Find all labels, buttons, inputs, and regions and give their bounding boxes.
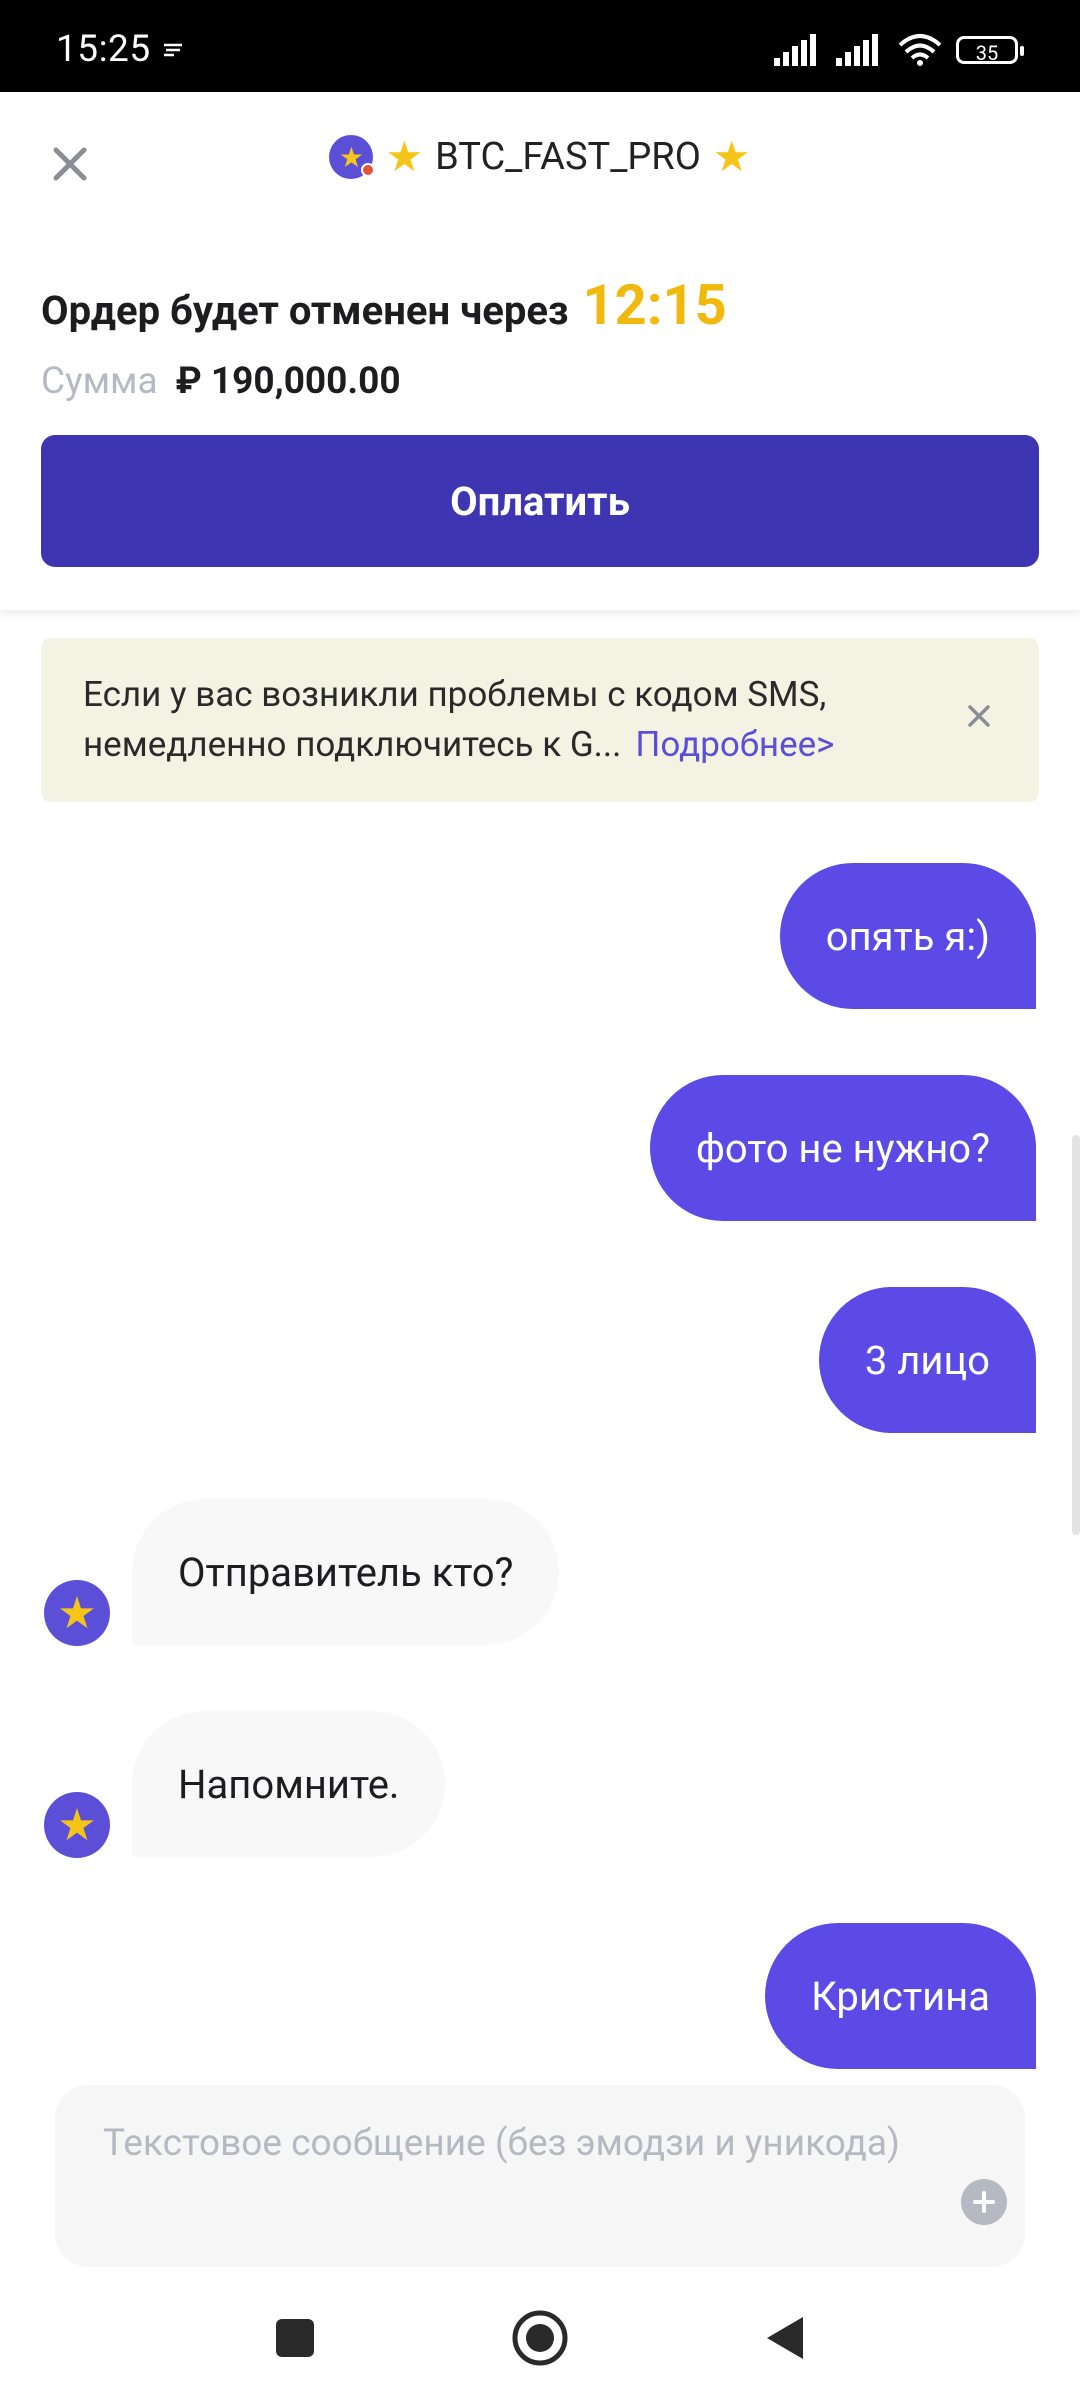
recents-icon (276, 2319, 314, 2357)
status-icons: 35 (774, 30, 1024, 70)
merchant-avatar[interactable]: ★ (44, 1792, 110, 1858)
home-icon (512, 2310, 568, 2366)
close-icon (968, 705, 990, 727)
message-outgoing: фото не нужно? (649, 1075, 1036, 1221)
battery-icon: 35 (956, 36, 1024, 65)
system-nav-bar (0, 2270, 1080, 2400)
status-bar: 15:25 35 (0, 0, 1080, 92)
message-composer (55, 2085, 1025, 2267)
message-input[interactable] (101, 2115, 925, 2249)
message-incoming: Напомните. (132, 1711, 446, 1857)
online-dot (361, 163, 376, 177)
wifi-icon (898, 34, 942, 66)
plus-icon (973, 2191, 995, 2213)
back-icon (767, 2317, 803, 2359)
cast-icon (164, 43, 182, 57)
star-icon: ★ (57, 1587, 97, 1639)
back-button[interactable] (755, 2308, 815, 2368)
message-incoming: Отправитель кто? (132, 1499, 560, 1645)
order-cancel-text: Ордер будет отменен через (41, 287, 569, 334)
merchant-avatar[interactable]: ★ (44, 1580, 110, 1646)
notice-more-link[interactable]: Подробнее> (635, 724, 834, 765)
notice-close-button[interactable] (959, 696, 999, 736)
signal-icon (774, 34, 816, 66)
status-time: 15:25 (56, 28, 151, 71)
sms-notice-banner: Если у вас возникли проблемы с кодом SMS… (41, 638, 1039, 802)
signal-icon-2 (836, 34, 878, 66)
chat-scrollbar[interactable] (1072, 1135, 1080, 1535)
pay-button[interactable]: Оплатить (41, 435, 1039, 567)
sum-value: ₽ 190,000.00 (175, 360, 401, 403)
star-icon: ★ (712, 133, 751, 182)
add-attachment-button[interactable] (961, 2179, 1007, 2225)
message-outgoing: опять я:) (779, 863, 1036, 1009)
chat-messages[interactable]: опять я:) фото не нужно? 3 лицо ★ Отправ… (0, 820, 1080, 2069)
home-button[interactable] (510, 2308, 570, 2368)
order-cancel-line: Ордер будет отменен через 12:15 (41, 272, 727, 338)
recents-button[interactable] (265, 2308, 325, 2368)
message-outgoing: Кристина (765, 1923, 1036, 2069)
star-icon: ★ (338, 140, 364, 174)
merchant-avatar: ★ (329, 135, 376, 179)
star-icon: ★ (57, 1799, 97, 1851)
star-icon: ★ (385, 133, 424, 182)
sum-label: Сумма (41, 360, 158, 403)
notice-text: Если у вас возникли проблемы с кодом SMS… (83, 670, 953, 770)
countdown-timer: 12:15 (582, 272, 727, 338)
message-outgoing: 3 лицо (818, 1287, 1036, 1433)
order-header: ★ ★ BTC_FAST_PRO ★ Ордер будет отменен ч… (0, 92, 1080, 610)
sum-line: Сумма ₽ 190,000.00 (41, 360, 401, 403)
merchant-title[interactable]: ★ ★ BTC_FAST_PRO ★ (0, 132, 1080, 182)
merchant-name: BTC_FAST_PRO (435, 135, 701, 179)
